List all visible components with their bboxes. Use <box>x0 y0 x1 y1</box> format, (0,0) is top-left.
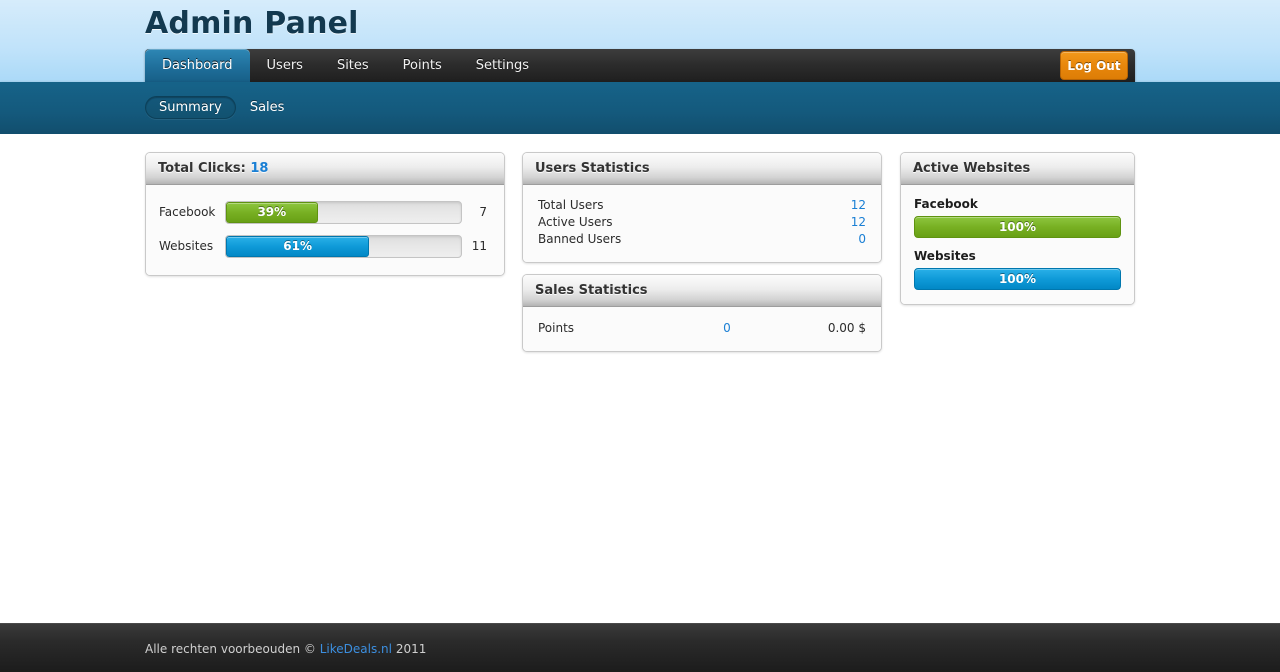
panel-users-statistics-body: Total Users 12 Active Users 12 Banned Us… <box>523 185 881 262</box>
sub-nav-list: Summary Sales <box>145 96 298 119</box>
active-websites-websites-label: Websites <box>914 249 976 263</box>
stat-row-active-users-label: Active Users <box>538 215 613 229</box>
active-websites-facebook-bar: 100% <box>914 216 1121 238</box>
panel-total-clicks: Total Clicks: 18 Facebook 39% 7 Websites… <box>145 152 505 276</box>
nav-item-settings-label: Settings <box>475 58 530 73</box>
panel-users-statistics: Users Statistics Total Users 12 Active U… <box>522 152 882 263</box>
clicks-row-websites-bar-fill: 61% <box>226 235 370 257</box>
stat-row-total-users-value: 12 <box>850 198 866 212</box>
sub-navigation-bar: Summary Sales <box>0 82 1280 134</box>
sales-row-points-value: 0 <box>723 321 731 335</box>
nav-item-points-label: Points <box>402 58 442 73</box>
clicks-row-websites-label: Websites <box>159 239 214 253</box>
footer-text: Alle rechten voorbeouden © LikeDeals.nl … <box>145 642 426 656</box>
stat-row-banned-users: Banned Users 0 <box>536 231 868 248</box>
nav-item-points[interactable]: Points <box>386 49 459 82</box>
stat-row-banned-users-value: 0 <box>858 232 866 246</box>
sales-row-points-label: Points <box>538 321 575 335</box>
nav-item-sites[interactable]: Sites <box>320 49 386 82</box>
main-navigation-bar: Dashboard Users Sites Points Settings <box>145 49 1135 82</box>
footer-site-link[interactable]: LikeDeals.nl <box>320 642 392 656</box>
subnav-item-summary-label: Summary <box>159 100 222 115</box>
footer: Alle rechten voorbeouden © LikeDeals.nl … <box>0 623 1280 672</box>
panel-active-websites: Active Websites Facebook 100% Websites 1… <box>900 152 1135 305</box>
panel-total-clicks-body: Facebook 39% 7 Websites 61% 11 <box>146 185 504 275</box>
nav-list: Dashboard Users Sites Points Settings <box>145 49 1135 82</box>
panel-total-clicks-header: Total Clicks: 18 <box>146 153 504 185</box>
page-title: Admin Panel <box>145 6 359 41</box>
footer-text-prefix: Alle rechten voorbeouden © <box>145 642 320 656</box>
panel-sales-statistics-header: Sales Statistics <box>523 275 881 307</box>
nav-item-users[interactable]: Users <box>250 49 320 82</box>
clicks-row-facebook: Facebook 39% 7 <box>159 197 491 227</box>
panel-total-clicks-title: Total Clicks: 18 <box>158 161 268 176</box>
clicks-row-websites-percent: 61% <box>283 239 313 253</box>
panel-active-websites-title: Active Websites <box>913 161 1031 176</box>
clicks-row-websites: Websites 61% 11 <box>159 231 491 261</box>
panel-users-statistics-header: Users Statistics <box>523 153 881 185</box>
stat-row-active-users: Active Users 12 <box>536 214 868 231</box>
sales-row-points: Points 0 0.00 $ <box>536 319 868 337</box>
footer-text-suffix: 2011 <box>392 642 427 656</box>
active-websites-facebook-percent: 100% <box>998 220 1037 234</box>
sales-row-points-amount: 0.00 $ <box>827 321 866 335</box>
panel-sales-statistics-title: Sales Statistics <box>535 283 648 298</box>
panel-users-statistics-title: Users Statistics <box>535 161 650 176</box>
active-websites-websites-bar: 100% <box>914 268 1121 290</box>
clicks-row-facebook-count: 7 <box>479 205 487 219</box>
clicks-row-facebook-percent: 39% <box>257 205 287 219</box>
active-websites-websites-percent: 100% <box>998 272 1037 286</box>
panel-active-websites-header: Active Websites <box>901 153 1134 185</box>
total-clicks-title-value: 18 <box>250 161 269 176</box>
nav-item-dashboard-label: Dashboard <box>162 58 233 73</box>
stat-row-banned-users-label: Banned Users <box>538 232 622 246</box>
clicks-row-websites-bar-track: 61% <box>225 234 462 258</box>
subnav-item-sales-label: Sales <box>249 100 285 115</box>
panel-sales-statistics-body: Points 0 0.00 $ <box>523 307 881 351</box>
total-clicks-title-prefix: Total Clicks: <box>158 161 251 176</box>
subnav-item-sales[interactable]: Sales <box>242 96 299 119</box>
logout-button[interactable]: Log Out <box>1060 51 1128 80</box>
clicks-row-facebook-bar-track: 39% <box>225 200 462 224</box>
clicks-row-facebook-label: Facebook <box>159 205 216 219</box>
subnav-item-summary[interactable]: Summary <box>145 96 236 119</box>
nav-item-dashboard[interactable]: Dashboard <box>145 49 250 82</box>
stat-row-total-users: Total Users 12 <box>536 197 868 214</box>
stat-row-active-users-value: 12 <box>850 215 866 229</box>
stat-row-total-users-label: Total Users <box>538 198 604 212</box>
panel-sales-statistics: Sales Statistics Points 0 0.00 $ <box>522 274 882 352</box>
active-websites-facebook-label: Facebook <box>914 197 978 211</box>
nav-item-settings[interactable]: Settings <box>459 49 546 82</box>
content-area: Total Clicks: 18 Facebook 39% 7 Websites… <box>0 134 1280 623</box>
logout-button-label: Log Out <box>1067 58 1121 73</box>
panel-active-websites-body: Facebook 100% Websites 100% <box>901 185 1134 304</box>
clicks-row-websites-count: 11 <box>471 239 487 253</box>
nav-item-sites-label: Sites <box>336 58 369 73</box>
clicks-row-facebook-bar-fill: 39% <box>226 201 318 223</box>
nav-item-users-label: Users <box>266 58 303 73</box>
